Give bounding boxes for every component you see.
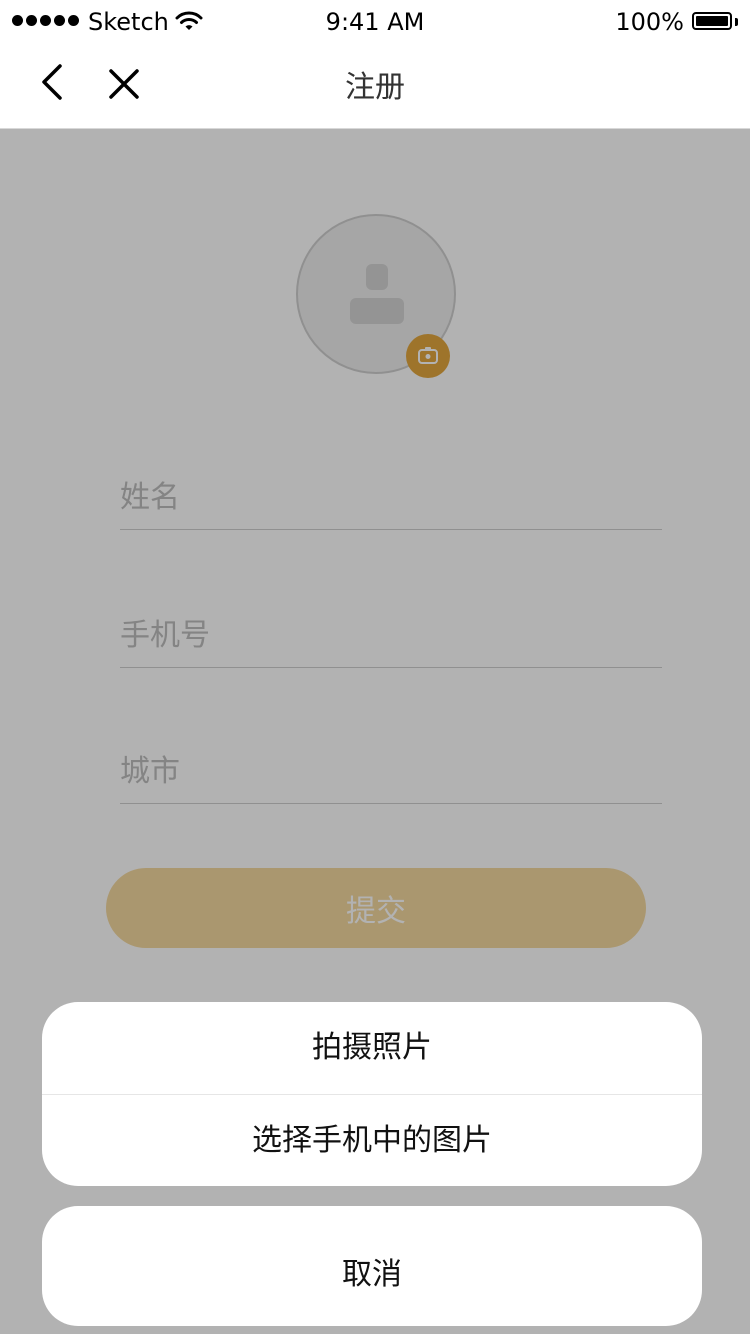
navigation-bar: 注册	[0, 44, 750, 129]
choose-from-gallery-option[interactable]: 选择手机中的图片	[42, 1094, 702, 1186]
cancel-button[interactable]: 取消	[42, 1206, 702, 1326]
photo-action-sheet: 拍摄照片 选择手机中的图片	[42, 1002, 702, 1186]
page-title: 注册	[345, 70, 405, 105]
status-bar: Sketch 9:41 AM 100%	[0, 0, 750, 44]
battery-percentage: 100%	[615, 8, 684, 36]
take-photo-option[interactable]: 拍摄照片	[42, 1002, 702, 1094]
battery-icon	[692, 12, 738, 32]
